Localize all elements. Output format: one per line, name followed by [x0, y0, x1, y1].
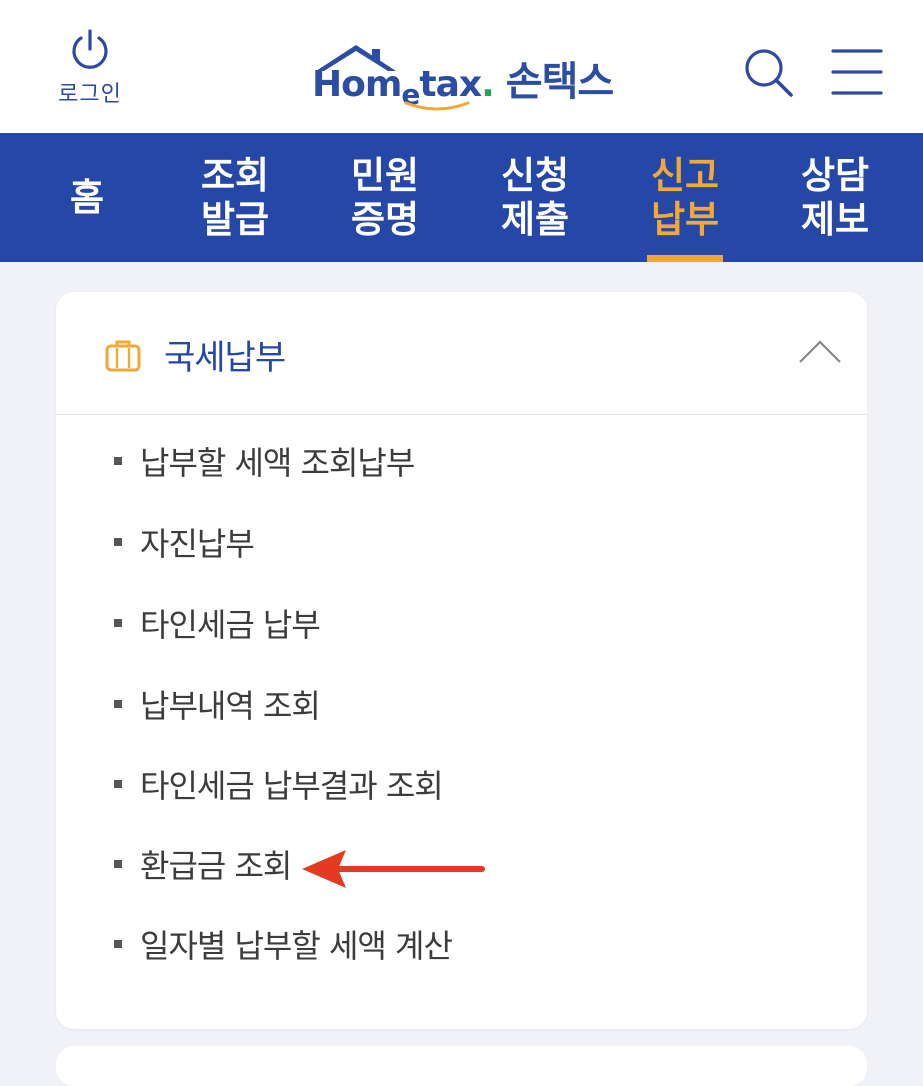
nav-tab-label: 신청 제출 [500, 153, 570, 241]
menu-item-label: 자진납부 [140, 525, 255, 563]
bullet-icon [114, 619, 122, 627]
hamburger-menu-icon [831, 49, 883, 95]
section-header-toggle[interactable]: 국세납부 [56, 292, 867, 415]
chevron-up-icon[interactable] [798, 338, 842, 364]
menu-item-payable-tax-inquiry[interactable]: 납부할 세액 조회납부 [114, 431, 415, 491]
nav-tab-consult-report[interactable]: 상담 제보 [770, 133, 900, 262]
section-title: 국세납부 [164, 338, 286, 378]
hamburger-menu-button[interactable] [830, 46, 884, 98]
bullet-icon [114, 538, 122, 546]
menu-item-label: 환급금 조회 [140, 847, 292, 885]
power-icon [72, 29, 108, 69]
nav-tab-label: 상담 제보 [800, 153, 870, 241]
house-roof-icon [316, 45, 396, 71]
menu-item-others-tax-payment[interactable]: 타인세금 납부 [114, 593, 321, 653]
nav-tab-label: 조회 발급 [200, 153, 270, 241]
login-button[interactable]: 로그인 [40, 28, 140, 112]
menu-item-label: 타인세금 납부결과 조회 [140, 767, 444, 805]
main-nav-bar: 홈 조회 발급 민원 증명 신청 제출 신고 납부 상담 제보 [0, 133, 923, 262]
logo-wordmark: Hom e tax. [312, 41, 495, 111]
menu-item-label: 타인세금 납부 [140, 606, 321, 644]
bullet-icon [114, 780, 122, 788]
nav-tab-label: 민원 증명 [350, 153, 420, 241]
app-header: 로그인 Hom e tax. 손택스 [0, 0, 923, 133]
bullet-icon [114, 940, 122, 948]
menu-item-others-tax-result[interactable]: 타인세금 납부결과 조회 [114, 754, 444, 814]
menu-item-daily-tax-calculation[interactable]: 일자별 납부할 세액 계산 [114, 914, 453, 974]
logo-korean-text: 손택스 [505, 59, 614, 105]
login-label: 로그인 [58, 82, 122, 107]
nav-tab-apply-submit[interactable]: 신청 제출 [470, 133, 600, 262]
menu-item-refund-inquiry[interactable]: 환급금 조회 [114, 834, 292, 894]
bullet-icon [114, 457, 122, 465]
search-icon [745, 49, 793, 97]
next-section-card [56, 1046, 867, 1086]
nav-tab-civil-certificate[interactable]: 민원 증명 [320, 133, 450, 262]
menu-item-label: 납부할 세액 조회납부 [140, 444, 415, 482]
nav-tab-inquiry-issue[interactable]: 조회 발급 [170, 133, 300, 262]
menu-item-label: 일자별 납부할 세액 계산 [140, 927, 453, 965]
bullet-icon [114, 860, 122, 868]
search-button[interactable] [740, 44, 796, 100]
nav-tab-label: 홈 [69, 175, 105, 219]
bullet-icon [114, 700, 122, 708]
nav-tab-report-pay[interactable]: 신고 납부 [620, 133, 750, 262]
nav-tab-label: 신고 납부 [650, 153, 720, 241]
menu-item-payment-history[interactable]: 납부내역 조회 [114, 674, 321, 734]
nav-tab-home[interactable]: 홈 [22, 133, 152, 262]
red-arrow-annotation [302, 850, 485, 888]
national-tax-payment-card: 국세납부 납부할 세액 조회납부 자진납부 타인세금 납부 납부내역 조회 타인… [56, 292, 867, 1029]
menu-item-label: 납부내역 조회 [140, 687, 321, 725]
hometax-logo[interactable]: Hom e tax. 손택스 [312, 38, 622, 111]
logo-smile-mark [404, 101, 470, 111]
logo-text-dot: . [481, 64, 495, 105]
briefcase-icon [105, 340, 141, 372]
menu-item-self-payment[interactable]: 자진납부 [114, 512, 255, 572]
